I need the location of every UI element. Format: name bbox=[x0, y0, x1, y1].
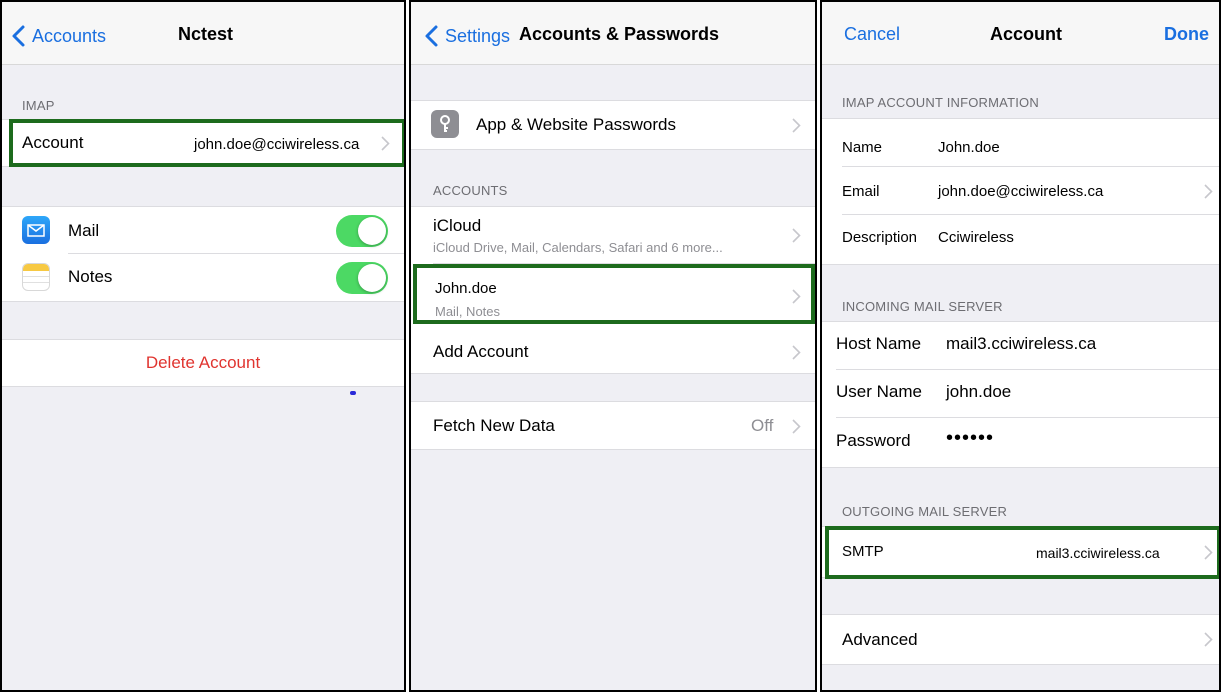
description-label: Description bbox=[842, 229, 918, 246]
fetch-new-data-row[interactable]: Fetch New Data Off bbox=[411, 402, 815, 449]
section-header-incoming: INCOMING MAIL SERVER bbox=[842, 299, 1003, 314]
password-row[interactable]: Password •••••• bbox=[822, 418, 1219, 467]
highlight-box bbox=[825, 526, 1219, 579]
chevron-right-icon bbox=[792, 345, 801, 360]
name-value: John.doe bbox=[938, 139, 1000, 156]
mail-row: Mail bbox=[2, 207, 404, 254]
back-label: Accounts bbox=[32, 25, 107, 46]
advanced-row[interactable]: Advanced bbox=[822, 615, 1219, 664]
back-button[interactable]: Accounts bbox=[10, 24, 106, 48]
delete-account-label: Delete Account bbox=[145, 353, 261, 372]
mail-label: Mail bbox=[68, 221, 100, 240]
delete-group: Delete Account bbox=[2, 339, 404, 387]
fetch-group: Fetch New Data Off bbox=[411, 401, 815, 450]
add-account-label: Add Account bbox=[433, 342, 529, 361]
mail-toggle[interactable] bbox=[336, 215, 388, 247]
advanced-label: Advanced bbox=[842, 630, 918, 649]
chevron-left-icon bbox=[425, 25, 438, 47]
services-group: Mail Notes bbox=[2, 206, 404, 302]
notes-row: Notes bbox=[2, 254, 404, 301]
hostname-label: Host Name bbox=[836, 334, 922, 353]
nav-bar: Settings Accounts & Passwords bbox=[411, 2, 815, 65]
section-header-imap-info: IMAP ACCOUNT INFORMATION bbox=[842, 95, 1039, 110]
section-header-imap: IMAP bbox=[22, 98, 55, 113]
password-label: Password bbox=[836, 431, 911, 450]
highlight-box bbox=[413, 264, 815, 324]
page-title: Accounts & Passwords bbox=[519, 24, 720, 44]
hostname-row[interactable]: Host Name mail3.cciwireless.ca bbox=[822, 322, 1219, 370]
key-icon bbox=[431, 110, 459, 138]
password-value: •••••• bbox=[946, 427, 995, 449]
chevron-right-icon bbox=[792, 228, 801, 243]
username-label: User Name bbox=[836, 382, 922, 401]
username-row[interactable]: User Name john.doe bbox=[822, 370, 1219, 418]
nav-bar: Accounts Nctest bbox=[2, 2, 404, 65]
email-value: john.doe@cciwireless.ca bbox=[938, 183, 1104, 200]
delete-account-button[interactable]: Delete Account bbox=[2, 340, 404, 386]
section-header-accounts: ACCOUNTS bbox=[433, 183, 508, 198]
notes-label: Notes bbox=[68, 267, 113, 286]
notes-icon bbox=[22, 263, 50, 291]
account-detail-panel: Accounts Nctest IMAP Account john.doe@cc… bbox=[0, 0, 406, 692]
name-row[interactable]: Name John.doe bbox=[822, 119, 1219, 167]
chevron-right-icon bbox=[792, 118, 801, 133]
section-header-outgoing: OUTGOING MAIL SERVER bbox=[842, 504, 1008, 519]
passwords-group: App & Website Passwords bbox=[411, 100, 815, 150]
app-passwords-label: App & Website Passwords bbox=[476, 115, 676, 134]
chevron-right-icon bbox=[1204, 632, 1213, 647]
hostname-value: mail3.cciwireless.ca bbox=[946, 334, 1097, 353]
back-label: Settings bbox=[445, 25, 511, 46]
page-title: Account bbox=[990, 24, 1062, 44]
app-website-passwords-row[interactable]: App & Website Passwords bbox=[411, 101, 815, 149]
page-title: Nctest bbox=[178, 24, 234, 44]
done-button[interactable]: Done bbox=[1164, 24, 1209, 45]
fetch-value: Off bbox=[751, 416, 774, 435]
back-button[interactable]: Settings bbox=[423, 24, 510, 48]
username-value: john.doe bbox=[946, 382, 1012, 401]
icloud-row[interactable]: iCloud iCloud Drive, Mail, Calendars, Sa… bbox=[411, 207, 815, 264]
add-account-row[interactable]: Add Account bbox=[411, 326, 815, 373]
icloud-label: iCloud bbox=[433, 216, 482, 235]
mail-icon bbox=[22, 216, 50, 244]
chevron-right-icon bbox=[1204, 184, 1213, 199]
highlight-box bbox=[9, 119, 404, 167]
nav-bar: Cancel Account Done bbox=[822, 2, 1219, 65]
notes-toggle[interactable] bbox=[336, 262, 388, 294]
imap-info-group: Name John.doe Email john.doe@cciwireless… bbox=[822, 118, 1219, 265]
stray-mark bbox=[350, 391, 356, 395]
chevron-right-icon bbox=[792, 419, 801, 434]
description-row[interactable]: Description Cciwireless bbox=[822, 215, 1219, 264]
fetch-label: Fetch New Data bbox=[433, 416, 555, 435]
account-edit-panel: Cancel Account Done IMAP ACCOUNT INFORMA… bbox=[820, 0, 1221, 692]
email-row[interactable]: Email john.doe@cciwireless.ca bbox=[822, 167, 1219, 215]
description-value: Cciwireless bbox=[938, 229, 1014, 246]
name-label: Name bbox=[842, 139, 883, 156]
chevron-left-icon bbox=[12, 25, 25, 47]
incoming-server-group: Host Name mail3.cciwireless.ca User Name… bbox=[822, 321, 1219, 468]
cancel-button[interactable]: Cancel bbox=[844, 24, 900, 45]
advanced-group: Advanced bbox=[822, 614, 1219, 665]
email-label: Email bbox=[842, 183, 880, 200]
icloud-subtitle: iCloud Drive, Mail, Calendars, Safari an… bbox=[433, 240, 723, 255]
accounts-passwords-panel: Settings Accounts & Passwords App & Webs… bbox=[409, 0, 817, 692]
